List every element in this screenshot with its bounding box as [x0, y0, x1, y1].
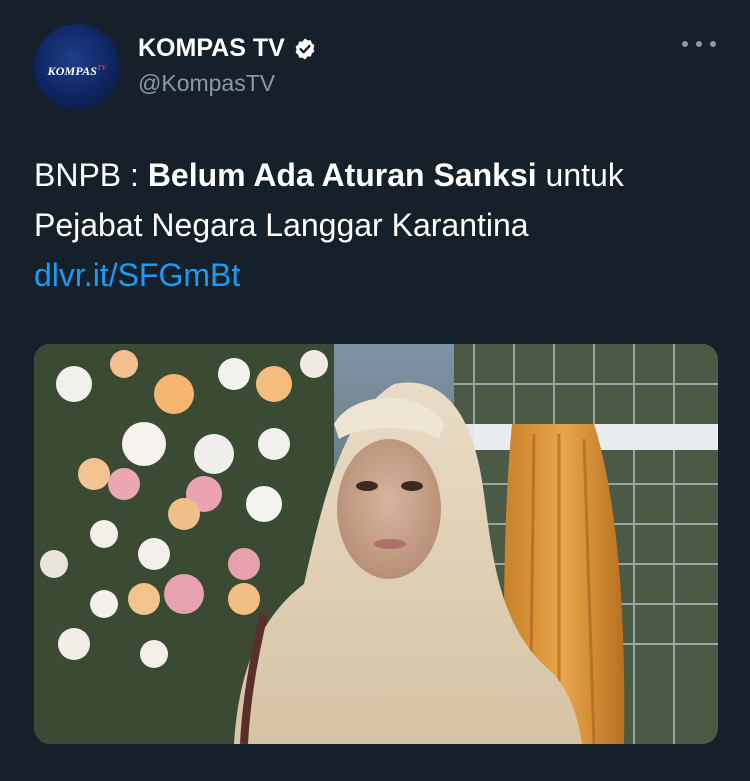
tweet-link[interactable]: dlvr.it/SFGmBt — [34, 257, 240, 293]
more-options-icon[interactable] — [682, 34, 716, 54]
avatar[interactable]: KOMPASTV — [34, 24, 120, 110]
tweet-text-bold: Belum Ada Aturan Sanksi — [147, 157, 537, 193]
more-dot — [682, 41, 688, 47]
author-handle[interactable]: @KompasTV — [138, 70, 275, 97]
tweet-text-prefix: BNPB : — [34, 157, 148, 193]
tweet-text: BNPB : Belum Ada Aturan Sanksi untuk Pej… — [34, 150, 714, 300]
tweet-card: KOMPASTV KOMPAS TV @KompasTV BNPB : Belu… — [0, 0, 750, 781]
tweet-media-photo[interactable] — [34, 344, 718, 744]
verified-icon — [293, 37, 317, 61]
avatar-logo-text: KOMPASTV — [47, 63, 107, 78]
photo-illustration — [34, 344, 718, 744]
author-name-row: KOMPAS TV — [138, 34, 317, 63]
more-dot — [696, 41, 702, 47]
author-display-name[interactable]: KOMPAS TV — [138, 34, 285, 63]
more-dot — [710, 41, 716, 47]
